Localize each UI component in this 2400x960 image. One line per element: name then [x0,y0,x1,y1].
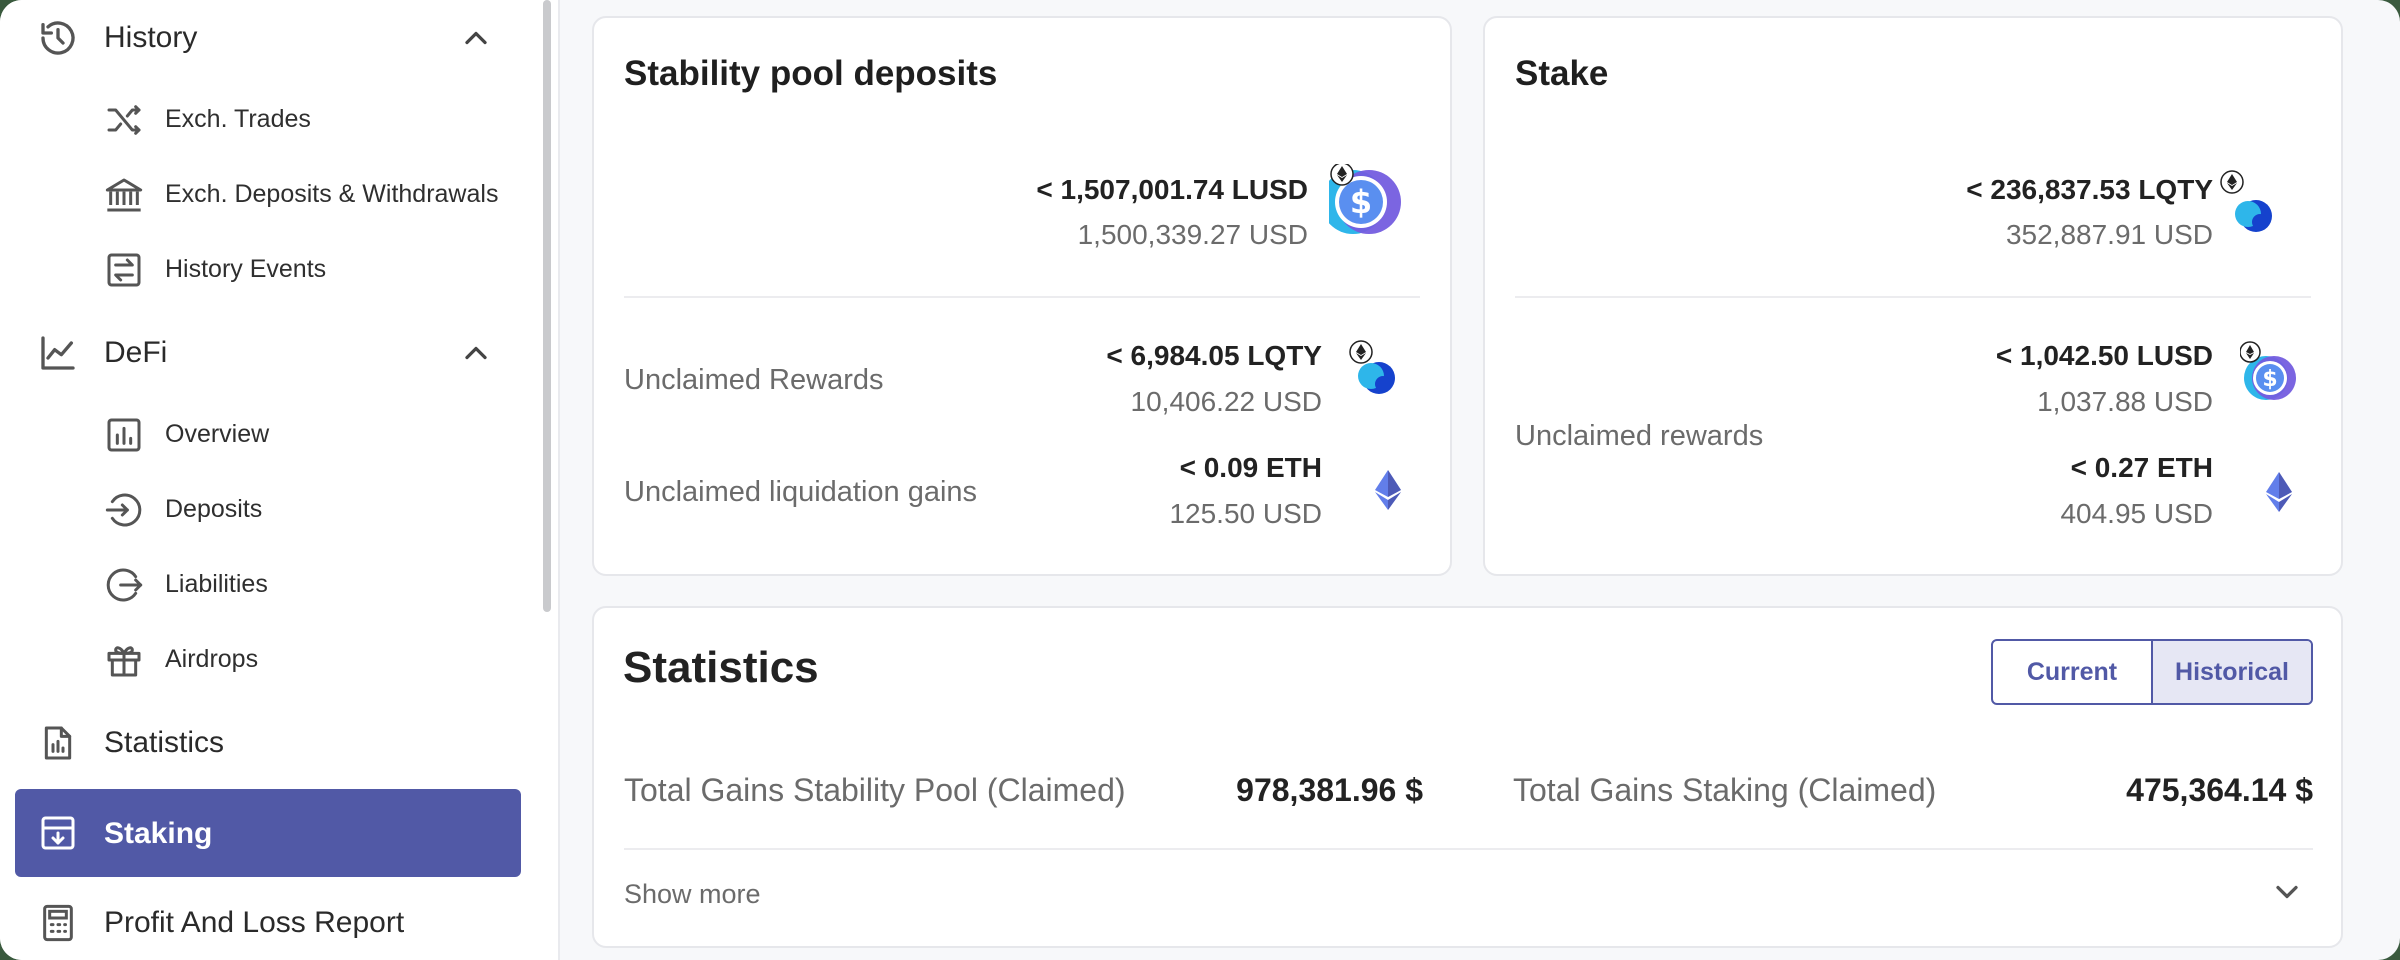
staking-gains-label: Total Gains Staking (Claimed) [1513,772,1937,808]
sidebar-item-label: Exch. Trades [165,105,311,133]
reward-lusd-amount: < 1,042.50 LUSD [1995,340,2213,371]
sidebar-item-profit-loss[interactable]: Profit And Loss Report [0,883,540,960]
transfer-icon [104,250,144,290]
reward-eth-amount: < 0.27 ETH [2070,452,2213,483]
lusd-icon: $ [2239,340,2300,415]
bank-icon [104,175,144,215]
card-title: Stake [1515,54,1609,93]
staking-gains-value: 475,364.14 $ [2126,772,2313,808]
stability-gains-label: Total Gains Stability Pool (Claimed) [624,772,1126,808]
reward-lusd-usd: 1,037.88 USD [2037,386,2213,417]
sidebar-item-defi[interactable]: DeFi [0,313,540,393]
stake-card: Stake < 236,837.53 LQTY 352,887.91 USD U… [1483,16,2343,576]
deposit-usd: 1,500,339.27 USD [1077,219,1308,250]
sidebar-item-airdrops[interactable]: Airdrops [0,623,540,697]
sidebar-item-label: DeFi [104,336,168,369]
archive-icon [38,813,78,853]
unclaimed-rewards-amount: < 6,984.05 LQTY [1106,340,1322,371]
historical-button[interactable]: Historical [2153,641,2311,703]
sidebar-item-history[interactable]: History [0,0,540,78]
login-circle-icon [104,490,144,530]
chart-line-icon [38,333,78,373]
sidebar-item-overview[interactable]: Overview [0,398,540,472]
liquidation-gains-label: Unclaimed liquidation gains [624,476,978,508]
period-toggle: Current Historical [1991,639,2313,705]
divider [624,848,2313,850]
logout-circle-icon [104,565,144,605]
sidebar-item-label: History [104,21,198,54]
liquidation-gains-usd: 125.50 USD [1169,498,1322,529]
sidebar: History Exch. Trades Exch. Deposits & Wi… [0,0,560,960]
bar-chart-icon [104,415,144,455]
calculator-icon [38,903,78,943]
eth-icon [1375,470,1401,515]
reward-eth-usd: 404.95 USD [2060,498,2213,529]
shuffle-icon [104,100,144,140]
file-chart-icon [38,723,78,763]
divider [1515,296,2311,298]
chevron-up-icon[interactable] [458,335,494,371]
svg-text:$: $ [2262,367,2277,392]
current-button[interactable]: Current [1993,641,2153,703]
statistics-title: Statistics [623,643,819,692]
sidebar-item-label: Overview [165,420,270,448]
unclaimed-rewards-label: Unclaimed rewards [1515,420,1764,452]
eth-icon [2266,472,2292,517]
sidebar-item-staking[interactable]: Staking [15,789,521,877]
lusd-icon: $ [1321,162,1401,259]
sidebar-item-deposits[interactable]: Deposits [0,473,540,547]
sidebar-item-exch-trades[interactable]: Exch. Trades [0,83,540,157]
sidebar-item-label: History Events [165,255,327,283]
gift-icon [104,640,144,680]
stability-gains-value: 978,381.96 $ [1236,772,1423,808]
sidebar-item-liabilities[interactable]: Liabilities [0,548,540,622]
divider [624,296,1420,298]
stability-pool-card: Stability pool deposits < 1,507,001.74 L… [592,16,1452,576]
unclaimed-rewards-usd: 10,406.22 USD [1130,386,1322,417]
sidebar-item-exch-deposits[interactable]: Exch. Deposits & Withdrawals [0,158,540,232]
deposit-amount: < 1,507,001.74 LUSD [1036,174,1308,205]
staked-amount: < 236,837.53 LQTY [1966,174,2213,205]
staked-usd: 352,887.91 USD [2005,219,2213,250]
sidebar-item-label: Profit And Loss Report [104,906,405,939]
history-icon [38,18,78,58]
lqty-icon [2220,164,2284,249]
sidebar-item-label: Staking [104,817,213,850]
sidebar-item-statistics[interactable]: Statistics [0,703,540,783]
sidebar-item-history-events[interactable]: History Events [0,233,540,307]
unclaimed-rewards-label: Unclaimed Rewards [624,364,884,396]
show-more-link[interactable]: Show more [624,879,761,910]
chevron-down-icon[interactable] [2269,874,2305,910]
svg-text:$: $ [1350,183,1372,221]
liquidation-gains-amount: < 0.09 ETH [1179,452,1322,483]
sidebar-item-label: Airdrops [165,645,259,673]
chevron-up-icon[interactable] [458,20,494,56]
sidebar-item-label: Exch. Deposits & Withdrawals [165,180,499,208]
lqty-icon [1349,340,1413,415]
sidebar-item-label: Deposits [165,495,263,523]
card-title: Stability pool deposits [624,54,998,93]
sidebar-scrollbar[interactable] [543,0,551,612]
sidebar-item-label: Statistics [104,726,225,759]
sidebar-item-label: Liabilities [165,570,268,598]
app-frame: History Exch. Trades Exch. Deposits & Wi… [0,0,2400,960]
